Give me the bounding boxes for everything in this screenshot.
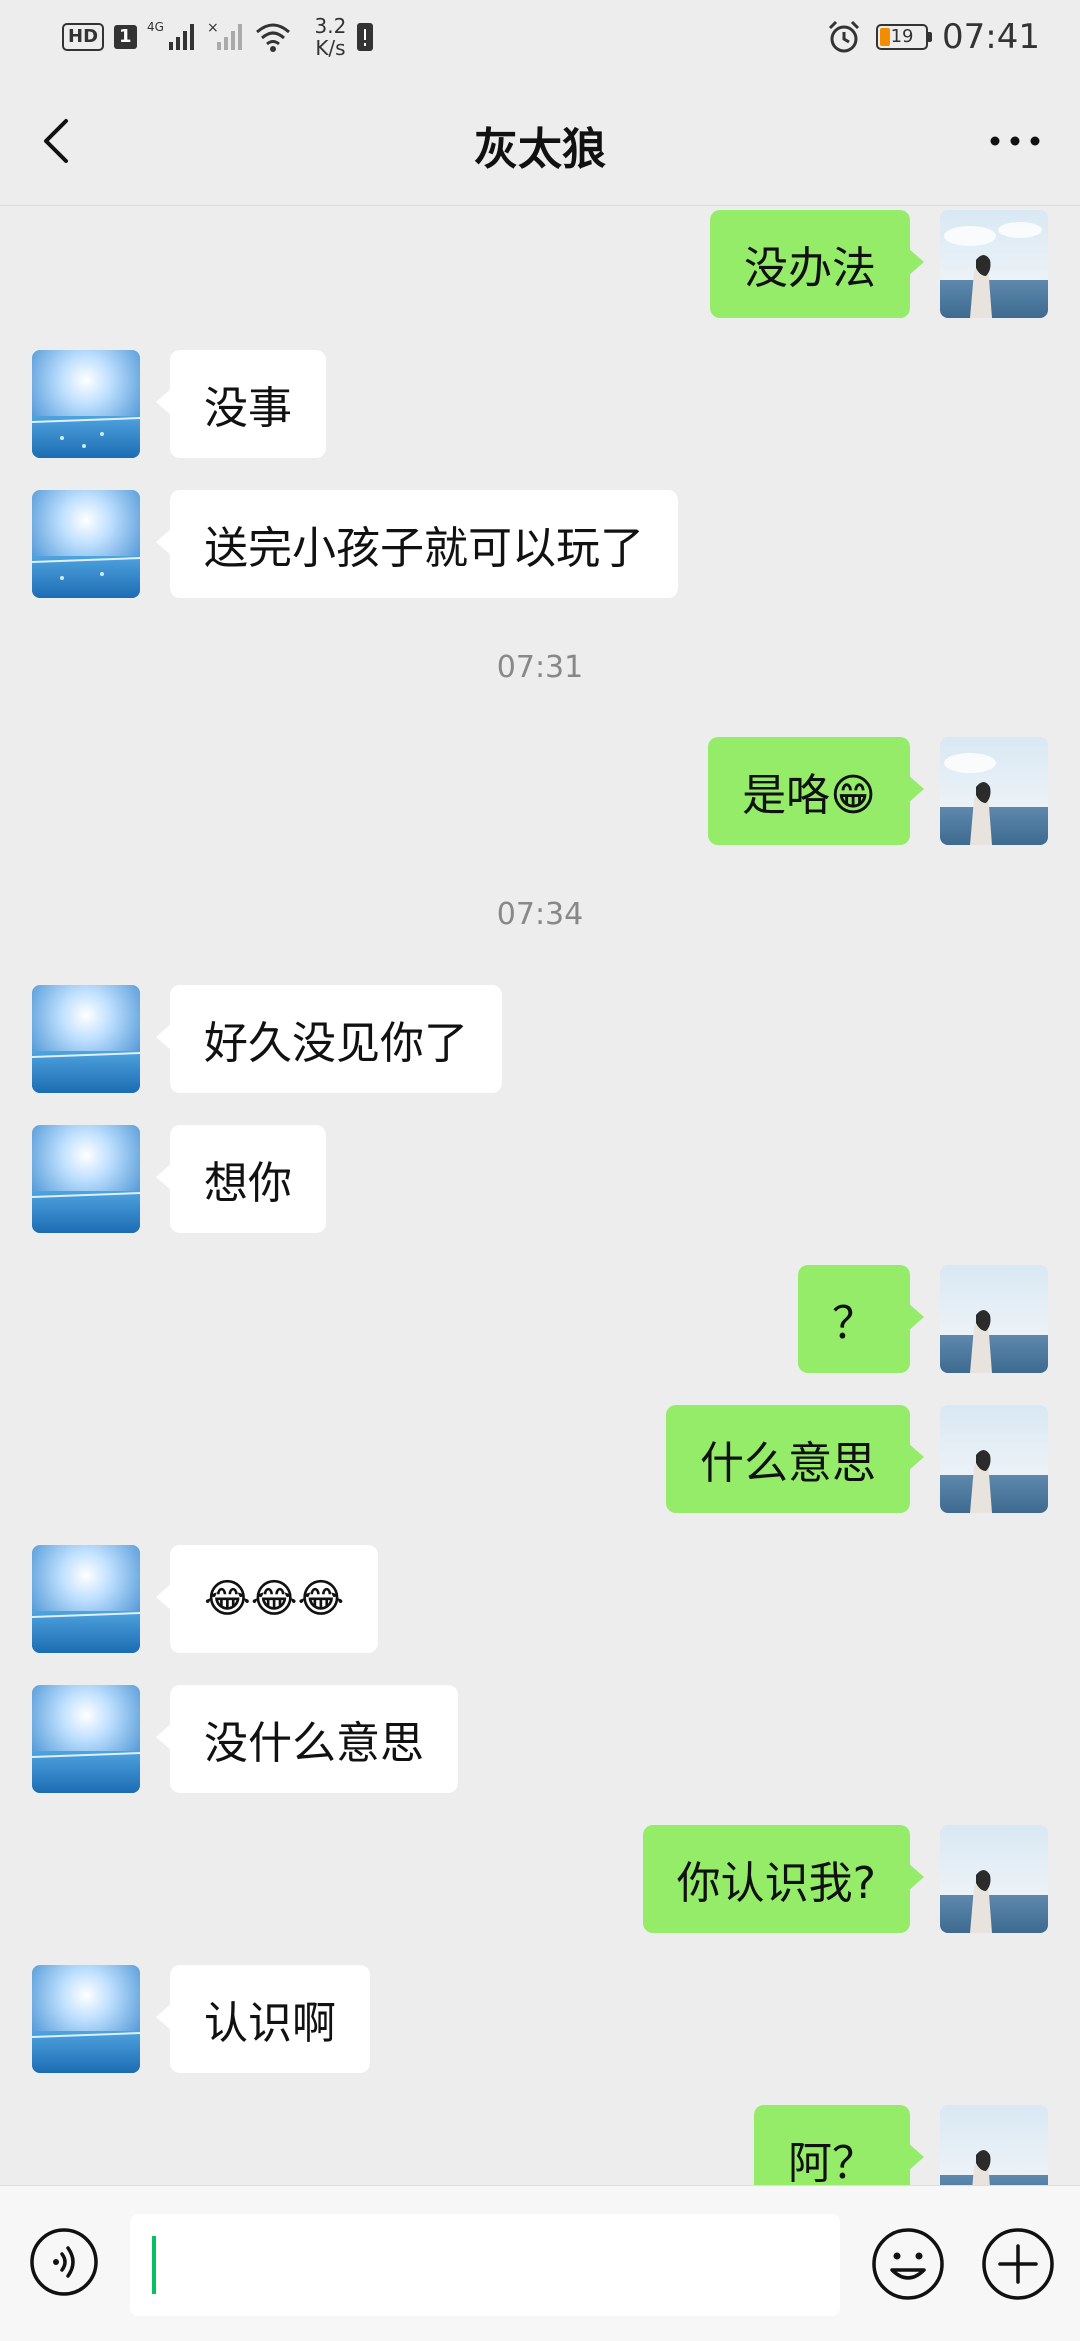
my-avatar[interactable] xyxy=(940,1825,1048,1933)
network-speed: 3.2 K/s xyxy=(314,14,347,60)
message-outgoing: 什么意思 xyxy=(0,1405,1080,1513)
emoji-icon[interactable] xyxy=(870,2226,946,2302)
my-avatar[interactable] xyxy=(940,737,1048,845)
message-bubble[interactable]: 😂😂😂 xyxy=(155,1545,379,1653)
message-bubble[interactable]: 送完小孩子就可以玩了 xyxy=(156,490,678,598)
message-bubble[interactable]: 没什么意思 xyxy=(156,1685,458,1793)
message-incoming: 想你 xyxy=(0,1125,1080,1233)
message-bubble[interactable]: ？ xyxy=(798,1265,924,1373)
message-outgoing: ？ xyxy=(0,1265,1080,1373)
signal-icon: 4G xyxy=(147,20,194,50)
message-bubble[interactable]: 你认识我? xyxy=(642,1825,925,1933)
message-bubble[interactable]: 认识啊 xyxy=(156,1965,370,2073)
message-outgoing: 没办法 xyxy=(0,210,1080,318)
text-cursor xyxy=(152,2236,156,2294)
contact-avatar[interactable] xyxy=(32,1545,140,1653)
message-outgoing: 是咯😁 xyxy=(0,737,1080,845)
wifi-icon xyxy=(255,23,290,52)
contact-avatar[interactable] xyxy=(32,490,140,598)
message-bubble[interactable]: 没事 xyxy=(156,350,326,458)
battery-icon: 19 xyxy=(876,24,933,50)
message-bubble[interactable]: 什么意思 xyxy=(666,1405,924,1513)
message-incoming: 没事 xyxy=(0,350,1080,458)
message-bubble[interactable]: 想你 xyxy=(156,1125,326,1233)
my-avatar[interactable] xyxy=(940,1405,1048,1513)
my-avatar[interactable] xyxy=(940,210,1048,318)
my-avatar[interactable] xyxy=(940,1265,1048,1373)
chat-timestamp: 07:31 xyxy=(496,650,584,685)
contact-avatar[interactable] xyxy=(32,985,140,1093)
svg-text:×: × xyxy=(207,20,219,36)
message-bubble[interactable]: 好久没见你了 xyxy=(156,985,502,1093)
hd-badge: HD xyxy=(62,23,105,51)
more-options-icon[interactable] xyxy=(980,111,1050,171)
chat-input-bar xyxy=(0,2185,1080,2341)
alarm-icon xyxy=(828,20,860,53)
message-incoming: 认识啊 xyxy=(0,1965,1080,2073)
svg-text:4G: 4G xyxy=(147,20,164,34)
message-incoming: 😂😂😂 xyxy=(0,1545,1080,1653)
contact-avatar[interactable] xyxy=(32,1965,140,2073)
message-input[interactable] xyxy=(130,2214,840,2316)
message-outgoing: 你认识我? xyxy=(0,1825,1080,1933)
notification-icon xyxy=(357,23,374,51)
contact-avatar[interactable] xyxy=(32,1685,140,1793)
battery-level: 19 xyxy=(890,26,914,47)
signal-no-sim-icon: × xyxy=(207,20,242,50)
chat-timestamp: 07:34 xyxy=(496,897,584,932)
status-bar: HD 1 4G × 3.2 K/s 19 07:41 xyxy=(0,0,1080,75)
message-incoming: 没什么意思 xyxy=(0,1685,1080,1793)
chat-header: 灰太狼 xyxy=(0,75,1080,206)
plus-icon[interactable] xyxy=(980,2226,1056,2302)
contact-avatar[interactable] xyxy=(32,350,140,458)
sim-badge: 1 xyxy=(114,25,137,49)
message-bubble[interactable]: 是咯😁 xyxy=(708,737,924,845)
message-incoming: 好久没见你了 xyxy=(0,985,1080,1093)
message-incoming: 送完小孩子就可以玩了 xyxy=(0,490,1080,598)
chat-title: 灰太狼 xyxy=(474,124,606,175)
message-bubble[interactable]: 没办法 xyxy=(710,210,924,318)
status-time: 07:41 xyxy=(942,17,1040,57)
contact-avatar[interactable] xyxy=(32,1125,140,1233)
voice-input-icon[interactable] xyxy=(28,2226,100,2298)
